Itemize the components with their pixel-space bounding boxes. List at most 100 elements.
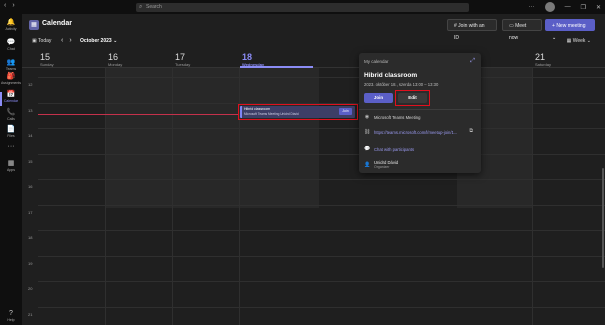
hour-line: [38, 77, 605, 78]
person-icon: 👤: [364, 161, 371, 168]
more-options-icon[interactable]: ···: [529, 4, 535, 10]
hour-label: 16: [28, 184, 33, 189]
app-rail: 🔔 Activity 💬 Chat 👥 Teams 🎒 Assignments …: [0, 14, 22, 325]
view-selector[interactable]: ▦ Week ⌄: [567, 38, 591, 44]
apps-icon: ▦: [7, 160, 15, 167]
calendar-header: ▦ Calendar # Join with an ID ▭ Meet now …: [22, 14, 605, 41]
rail-item-help[interactable]: ? Help: [0, 309, 22, 325]
calendar-app-icon: ▦: [29, 20, 39, 30]
hour-label: 15: [28, 159, 33, 164]
vertical-scrollbar[interactable]: [602, 168, 604, 268]
popup-calendar-name: My calendar: [364, 59, 389, 64]
event-details-popup: My calendar ⤢ Hibrid classroom 2023. okt…: [359, 53, 481, 173]
rail-item-calendar[interactable]: 📅 Calendar: [0, 90, 22, 110]
join-with-id-button[interactable]: # Join with an ID: [447, 19, 497, 41]
maximize-icon[interactable]: ❐: [581, 4, 586, 11]
chat-icon: 💬: [6, 39, 16, 46]
month-picker[interactable]: October 2023 ⌄: [80, 38, 117, 44]
rail-item-assignments[interactable]: 🎒 Assignments: [0, 72, 22, 92]
forward-arrow-icon[interactable]: ›: [12, 2, 14, 9]
grid-view-icon: ▦: [566, 38, 572, 44]
week-grid: 12 13 14 15 16 17 18 19 20 21 Hibrid cla…: [22, 68, 605, 325]
calendar-today-icon: ▣: [32, 38, 37, 44]
avatar[interactable]: [544, 2, 555, 12]
hour-label: 14: [28, 133, 33, 138]
rail-item-activity[interactable]: 🔔 Activity: [0, 18, 22, 38]
hour-line: [38, 205, 605, 206]
column-divider: [172, 68, 173, 325]
phone-icon: 📞: [6, 109, 16, 116]
rail-item-chat[interactable]: 💬 Chat: [0, 38, 22, 58]
teams-window: ‹ › ⌕ Search ··· — ❐ ✕ 🔔 Activity 💬 Chat…: [0, 0, 605, 325]
hash-icon: #: [454, 23, 457, 29]
week-day-headers: 15 Sunday 16 Monday 17 Tuesday 18 Wednes…: [22, 50, 605, 68]
work-hours-shade: [239, 68, 319, 208]
close-icon[interactable]: ✕: [596, 4, 601, 11]
chat-with-participants-link[interactable]: Chat with participants: [374, 147, 414, 152]
video-icon: ▭: [509, 23, 514, 29]
search-input[interactable]: ⌕ Search: [136, 3, 469, 12]
hour-label: 18: [28, 235, 33, 240]
calendar-icon: 📅: [6, 91, 16, 98]
hour-line: [38, 256, 605, 257]
chat-row: 💬 Chat with participants: [364, 146, 414, 152]
page-title: Calendar: [42, 20, 72, 27]
event-highlight-box: [238, 104, 358, 120]
calendar-toolbar: ▣ Today ‹› October 2023 ⌄ ▦ Week ⌄: [22, 36, 605, 50]
meeting-link[interactable]: https://teams.microsoft.com/l/meetup-joi…: [374, 130, 457, 135]
edit-highlight-box: [395, 90, 430, 106]
hour-line: [38, 154, 605, 155]
organizer-row: 👤 Unidrd Dávid Organizer: [364, 160, 398, 169]
work-hours-shade: [105, 68, 182, 208]
hour-line: [38, 128, 605, 129]
meet-now-button[interactable]: ▭ Meet now: [502, 19, 542, 41]
column-divider: [532, 68, 533, 325]
window-controls: ··· — ❐ ✕: [529, 2, 601, 12]
expand-icon[interactable]: ⤢: [470, 58, 475, 65]
plus-icon: +: [552, 23, 555, 29]
day-header-sunday[interactable]: 15 Sunday: [40, 52, 54, 67]
next-week-icon[interactable]: ›: [69, 37, 77, 44]
popup-time: 2023. október 18., szerda 13:00 – 13:30: [364, 82, 439, 87]
day-header-monday[interactable]: 16 Monday: [108, 52, 122, 67]
search-icon: ⌕: [139, 4, 143, 10]
popup-title: Hibrid classroom: [364, 72, 418, 79]
meeting-type-row: ◉ Microsoft Teams Meeting: [364, 114, 421, 120]
join-button[interactable]: Join: [364, 93, 393, 103]
day-header-saturday[interactable]: 21 Saturday: [535, 52, 551, 67]
hour-line: [38, 230, 605, 231]
hour-label: 19: [28, 261, 33, 266]
hour-label: 12: [28, 82, 33, 87]
hour-label: 17: [28, 210, 33, 215]
back-arrow-icon[interactable]: ‹: [4, 2, 6, 9]
hour-line: [38, 179, 605, 180]
file-icon: 📄: [6, 126, 16, 133]
week-nav: ‹›: [61, 37, 78, 44]
link-icon: ⛓: [364, 129, 371, 135]
history-nav: ‹ ›: [4, 2, 15, 9]
hour-line: [38, 281, 605, 282]
organizer-info: Unidrd Dávid Organizer: [374, 160, 399, 169]
minimize-icon[interactable]: —: [565, 4, 571, 10]
copy-icon[interactable]: ⧉: [469, 128, 473, 134]
today-button[interactable]: ▣ Today: [32, 38, 51, 44]
meeting-link-row: ⛓ https://teams.microsoft.com/l/meetup-j…: [364, 129, 457, 135]
title-bar: ‹ › ⌕ Search ··· — ❐ ✕: [0, 0, 605, 14]
current-time-line: [38, 114, 238, 115]
help-icon: ?: [9, 310, 13, 317]
hour-label: 20: [28, 286, 33, 291]
new-meeting-button[interactable]: + New meeting ⌄: [545, 19, 595, 41]
bell-icon: 🔔: [6, 19, 16, 26]
hour-label: 21: [28, 312, 33, 317]
hour-label: 13: [28, 108, 33, 113]
day-header-wednesday[interactable]: 18 Wednesday: [242, 52, 264, 67]
day-header-tuesday[interactable]: 17 Tuesday: [175, 52, 190, 67]
column-divider: [105, 68, 106, 325]
more-icon: ···: [7, 143, 15, 150]
assignments-icon: 🎒: [6, 73, 16, 80]
teams-icon: 👥: [6, 59, 16, 66]
location-icon: ◉: [364, 114, 370, 120]
rail-item-apps[interactable]: ▦ Apps: [0, 159, 22, 179]
chevron-down-icon: ⌄: [586, 38, 591, 44]
work-hours-shade: [172, 68, 249, 208]
